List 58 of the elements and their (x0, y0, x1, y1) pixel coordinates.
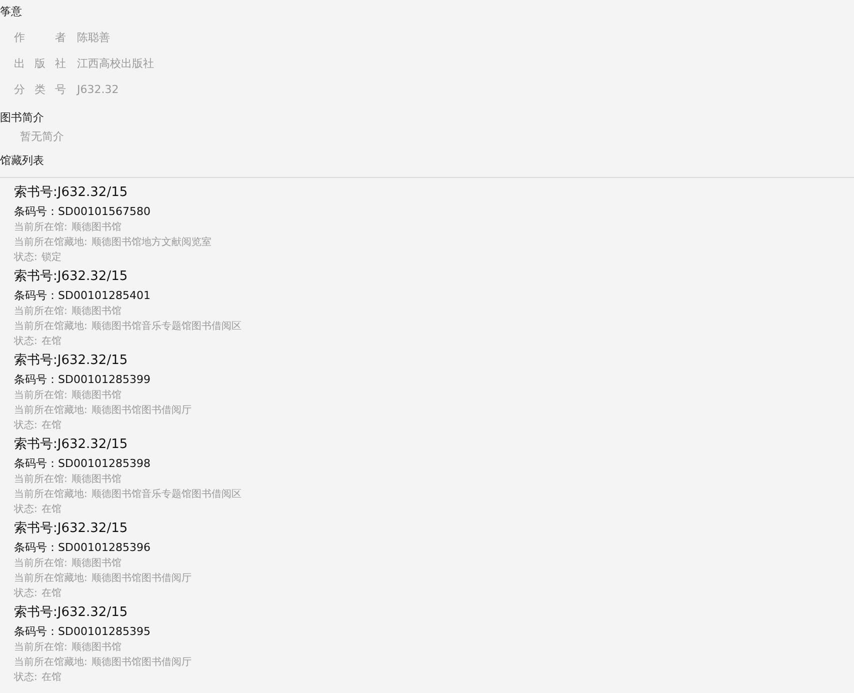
meta-label: 状态: (14, 336, 38, 347)
meta-label: 当前所在馆: (14, 642, 68, 653)
barcode: 条码号：SD00101285395 (14, 624, 152, 639)
field-value: 陈聪善 (77, 30, 110, 44)
meta-value: 顺德图书馆 (71, 558, 122, 569)
call-number: 索书号:J632.32/15 (14, 268, 129, 285)
meta-label: 当前所在馆藏地: (14, 489, 88, 500)
meta-value: 锁定 (41, 252, 62, 263)
meta-label: 当前所在馆: (14, 558, 68, 569)
call-number: 索书号:J632.32/15 (14, 436, 129, 453)
meta-label: 当前所在馆: (14, 474, 68, 485)
barcode: 条码号：SD00101285399 (14, 372, 152, 387)
meta-label: 当前所在馆: (14, 390, 68, 401)
meta-label: 当前所在馆藏地: (14, 573, 88, 584)
meta-label: 状态: (14, 672, 38, 683)
meta-value: 顺德图书馆图书借阅厅 (91, 405, 192, 416)
meta-value: 在馆 (41, 420, 62, 431)
field-value: J632.32 (77, 82, 119, 96)
meta-label: 当前所在馆藏地: (14, 321, 88, 332)
call-number: 索书号:J632.32/15 (14, 184, 129, 201)
meta-value: 顺德图书馆 (71, 390, 122, 401)
meta-value: 顺德图书馆 (71, 306, 122, 317)
book-title: 筝意 (0, 4, 23, 20)
meta-value: 在馆 (41, 588, 62, 599)
call-number: 索书号:J632.32/15 (14, 604, 129, 621)
meta-value: 顺德图书馆音乐专题馆图书借阅区 (91, 489, 242, 500)
meta-label: 当前所在馆藏地: (14, 405, 88, 416)
meta-value: 在馆 (41, 336, 62, 347)
meta-label: 状态: (14, 420, 38, 431)
meta-label: 状态: (14, 588, 38, 599)
meta-label: 当前所在馆: (14, 306, 68, 317)
field-value: 江西高校出版社 (77, 56, 154, 70)
meta-value: 顺德图书馆地方文献阅览室 (91, 237, 212, 248)
field-label: 出版社 (14, 56, 66, 70)
meta-label: 状态: (14, 252, 38, 263)
meta-value: 顺德图书馆图书借阅厅 (91, 657, 192, 668)
barcode: 条码号：SD00101285396 (14, 540, 152, 555)
call-number: 索书号:J632.32/15 (14, 520, 129, 537)
call-number: 索书号:J632.32/15 (14, 352, 129, 369)
meta-value: 顺德图书馆音乐专题馆图书借阅区 (91, 321, 242, 332)
field-label: 作者 (14, 30, 66, 44)
meta-value: 顺德图书馆 (71, 474, 122, 485)
meta-label: 当前所在馆藏地: (14, 657, 88, 668)
meta-label: 当前所在馆: (14, 222, 68, 233)
barcode: 条码号：SD00101285401 (14, 288, 152, 303)
meta-value: 在馆 (41, 504, 62, 515)
meta-value: 顺德图书馆图书借阅厅 (91, 573, 192, 584)
section-heading: 馆藏列表 (0, 153, 854, 178)
intro-text: 暂无简介 (19, 129, 65, 144)
meta-value: 顺德图书馆 (71, 222, 122, 233)
barcode: 条码号：SD00101567580 (14, 204, 152, 219)
meta-value: 在馆 (41, 672, 62, 683)
meta-label: 状态: (14, 504, 38, 515)
section-heading: 图书简介 (0, 110, 45, 126)
field-label: 分类号 (14, 82, 66, 96)
meta-value: 顺德图书馆 (71, 642, 122, 653)
meta-label: 当前所在馆藏地: (14, 237, 88, 248)
barcode: 条码号：SD00101285398 (14, 456, 152, 471)
